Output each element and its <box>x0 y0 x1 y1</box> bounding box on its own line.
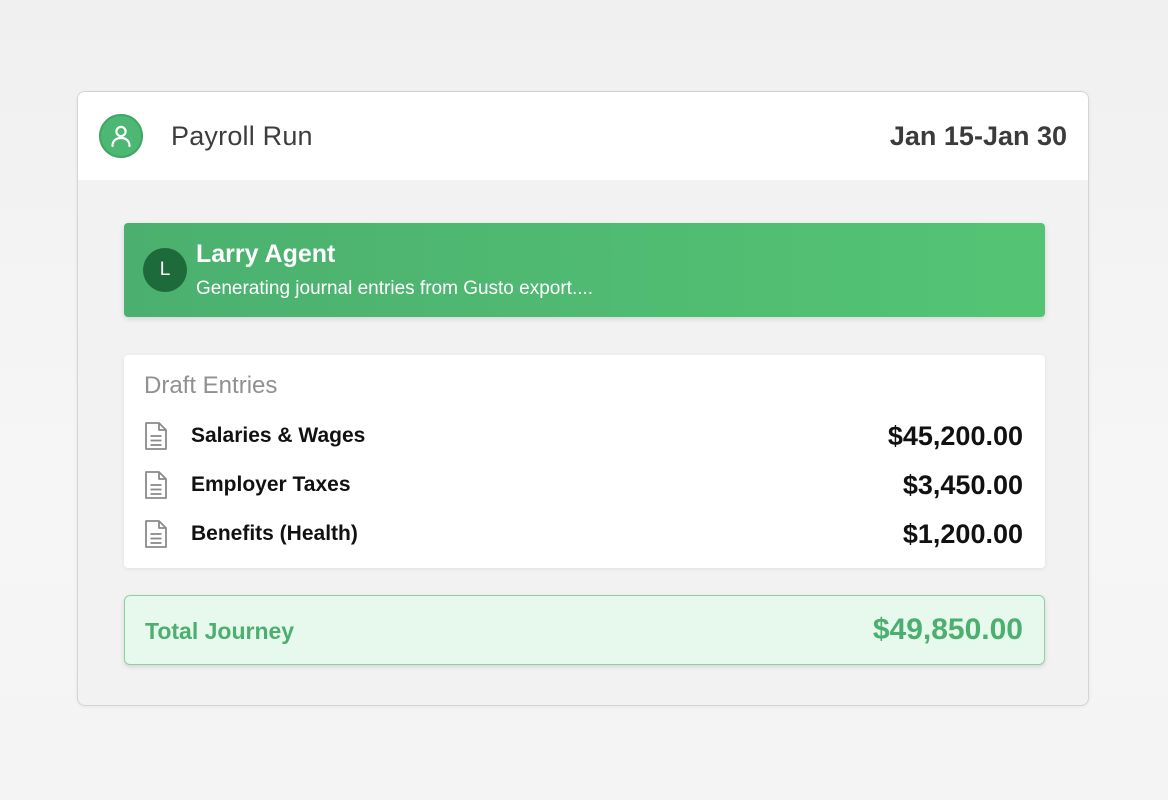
agent-name: Larry Agent <box>196 240 336 268</box>
list-item[interactable]: Employer Taxes $3,450.00 <box>124 465 1045 505</box>
payroll-run-card: Payroll Run Jan 15-Jan 30 L Larry Agent … <box>77 91 1089 706</box>
agent-status-text: Generating journal entries from Gusto ex… <box>196 278 594 299</box>
document-icon <box>145 471 167 499</box>
entry-label: Employer Taxes <box>191 473 351 496</box>
entry-amount: $45,200.00 <box>887 420 1023 451</box>
user-icon-glyph <box>111 125 131 148</box>
agent-avatar: L <box>143 248 187 292</box>
agent-status-banner: L Larry Agent Generating journal entries… <box>124 223 1045 317</box>
draft-entries-panel: Draft Entries Salaries & Wages $45,200.0… <box>124 355 1045 568</box>
entry-label: Benefits (Health) <box>191 522 358 545</box>
total-label: Total Journey <box>145 618 295 644</box>
user-icon[interactable] <box>99 114 143 158</box>
total-amount: $49,850.00 <box>872 613 1023 646</box>
entry-amount: $1,200.00 <box>902 518 1023 549</box>
document-icon <box>145 422 167 450</box>
date-range: Jan 15-Jan 30 <box>889 120 1067 151</box>
page-title: Payroll Run <box>171 120 313 151</box>
list-item[interactable]: Salaries & Wages $45,200.00 <box>124 416 1045 456</box>
list-item[interactable]: Benefits (Health) $1,200.00 <box>124 514 1045 554</box>
entry-label: Salaries & Wages <box>191 424 366 447</box>
entry-amount: $3,450.00 <box>902 469 1023 500</box>
document-icon <box>145 520 167 548</box>
total-journey-box: Total Journey $49,850.00 <box>124 595 1045 665</box>
draft-entries-title: Draft Entries <box>144 372 278 399</box>
card-header: Payroll Run Jan 15-Jan 30 <box>78 92 1088 180</box>
